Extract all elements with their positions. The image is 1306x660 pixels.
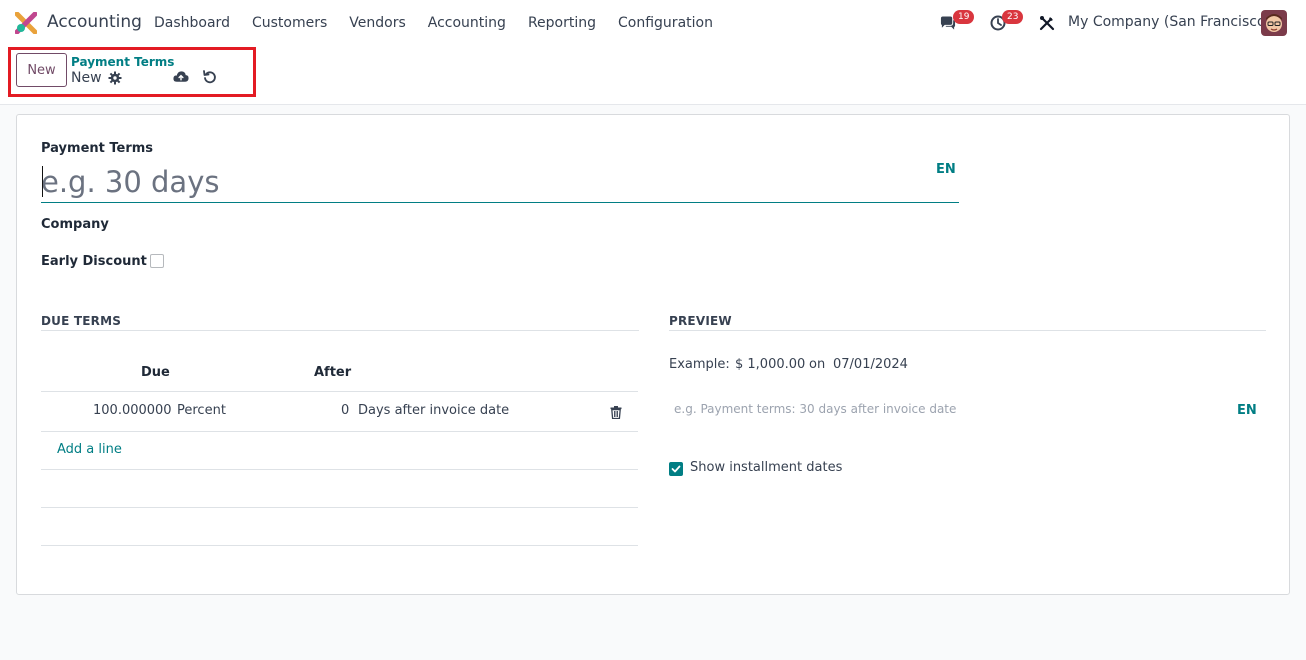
table-row-line (41, 507, 638, 508)
top-navbar: Accounting Dashboard Customers Vendors A… (0, 0, 1306, 46)
due-terms-title: DUE TERMS (41, 314, 122, 328)
example-amount: $ 1,000.00 (735, 357, 806, 372)
due-type-cell[interactable]: Percent (177, 403, 226, 418)
add-a-line-link[interactable]: Add a line (57, 442, 122, 457)
preview-title: PREVIEW (669, 314, 732, 328)
show-installment-label[interactable]: Show installment dates (690, 460, 842, 475)
menu-dashboard[interactable]: Dashboard (143, 15, 241, 31)
column-after[interactable]: After (314, 365, 351, 380)
company-switcher[interactable]: My Company (San Francisco) (1068, 14, 1271, 30)
early-discount-label: Early Discount (41, 254, 147, 269)
activities-count-badge: 23 (1002, 10, 1024, 24)
company-label: Company (41, 217, 109, 232)
menu-customers[interactable]: Customers (241, 15, 338, 31)
name-translate-button[interactable]: EN (936, 162, 956, 177)
early-discount-checkbox[interactable] (150, 254, 164, 268)
debug-tools-icon[interactable] (1039, 15, 1055, 31)
gear-icon[interactable] (107, 70, 123, 86)
payment-terms-label: Payment Terms (41, 141, 154, 156)
new-button[interactable]: New (16, 53, 67, 87)
breadcrumb-payment-terms[interactable]: Payment Terms (71, 55, 174, 69)
due-terms-divider (41, 330, 639, 331)
preview-divider (669, 330, 1266, 331)
app-name[interactable]: Accounting (47, 12, 142, 32)
control-panel: New Payment Terms New (0, 46, 1306, 105)
delay-type-cell[interactable]: Days after invoice date (358, 403, 509, 418)
text-caret (42, 166, 43, 197)
user-avatar[interactable] (1261, 10, 1287, 36)
menu-accounting[interactable]: Accounting (417, 15, 517, 31)
main-menu: Dashboard Customers Vendors Accounting R… (143, 0, 724, 46)
table-row-line (41, 469, 638, 470)
example-date[interactable]: 07/01/2024 (833, 357, 908, 372)
menu-configuration[interactable]: Configuration (607, 15, 724, 31)
table-row-line (41, 545, 638, 546)
example-label: Example: (669, 357, 730, 372)
menu-reporting[interactable]: Reporting (517, 15, 607, 31)
note-translate-button[interactable]: EN (1237, 403, 1257, 418)
payment-terms-name-input[interactable] (41, 161, 959, 203)
example-on-label: on (809, 357, 826, 372)
after-days-cell[interactable]: 0 (341, 403, 349, 418)
payment-terms-note-field[interactable]: e.g. Payment terms: 30 days after invoic… (674, 402, 956, 416)
discard-undo-icon[interactable] (202, 69, 218, 85)
messages-count-badge: 19 (953, 10, 975, 24)
trash-icon[interactable] (608, 404, 624, 420)
show-installment-checkbox[interactable] (669, 462, 683, 476)
column-due[interactable]: Due (141, 365, 170, 380)
table-row-line (41, 431, 638, 432)
accounting-app-icon[interactable] (14, 11, 38, 35)
save-cloud-icon[interactable] (173, 69, 189, 85)
breadcrumb-current: New (71, 70, 102, 86)
due-value-cell[interactable]: 100.000000 (93, 403, 172, 418)
table-header-line (41, 391, 638, 392)
form-sheet: Payment Terms EN Company Early Discount … (16, 114, 1290, 595)
menu-vendors[interactable]: Vendors (338, 15, 416, 31)
